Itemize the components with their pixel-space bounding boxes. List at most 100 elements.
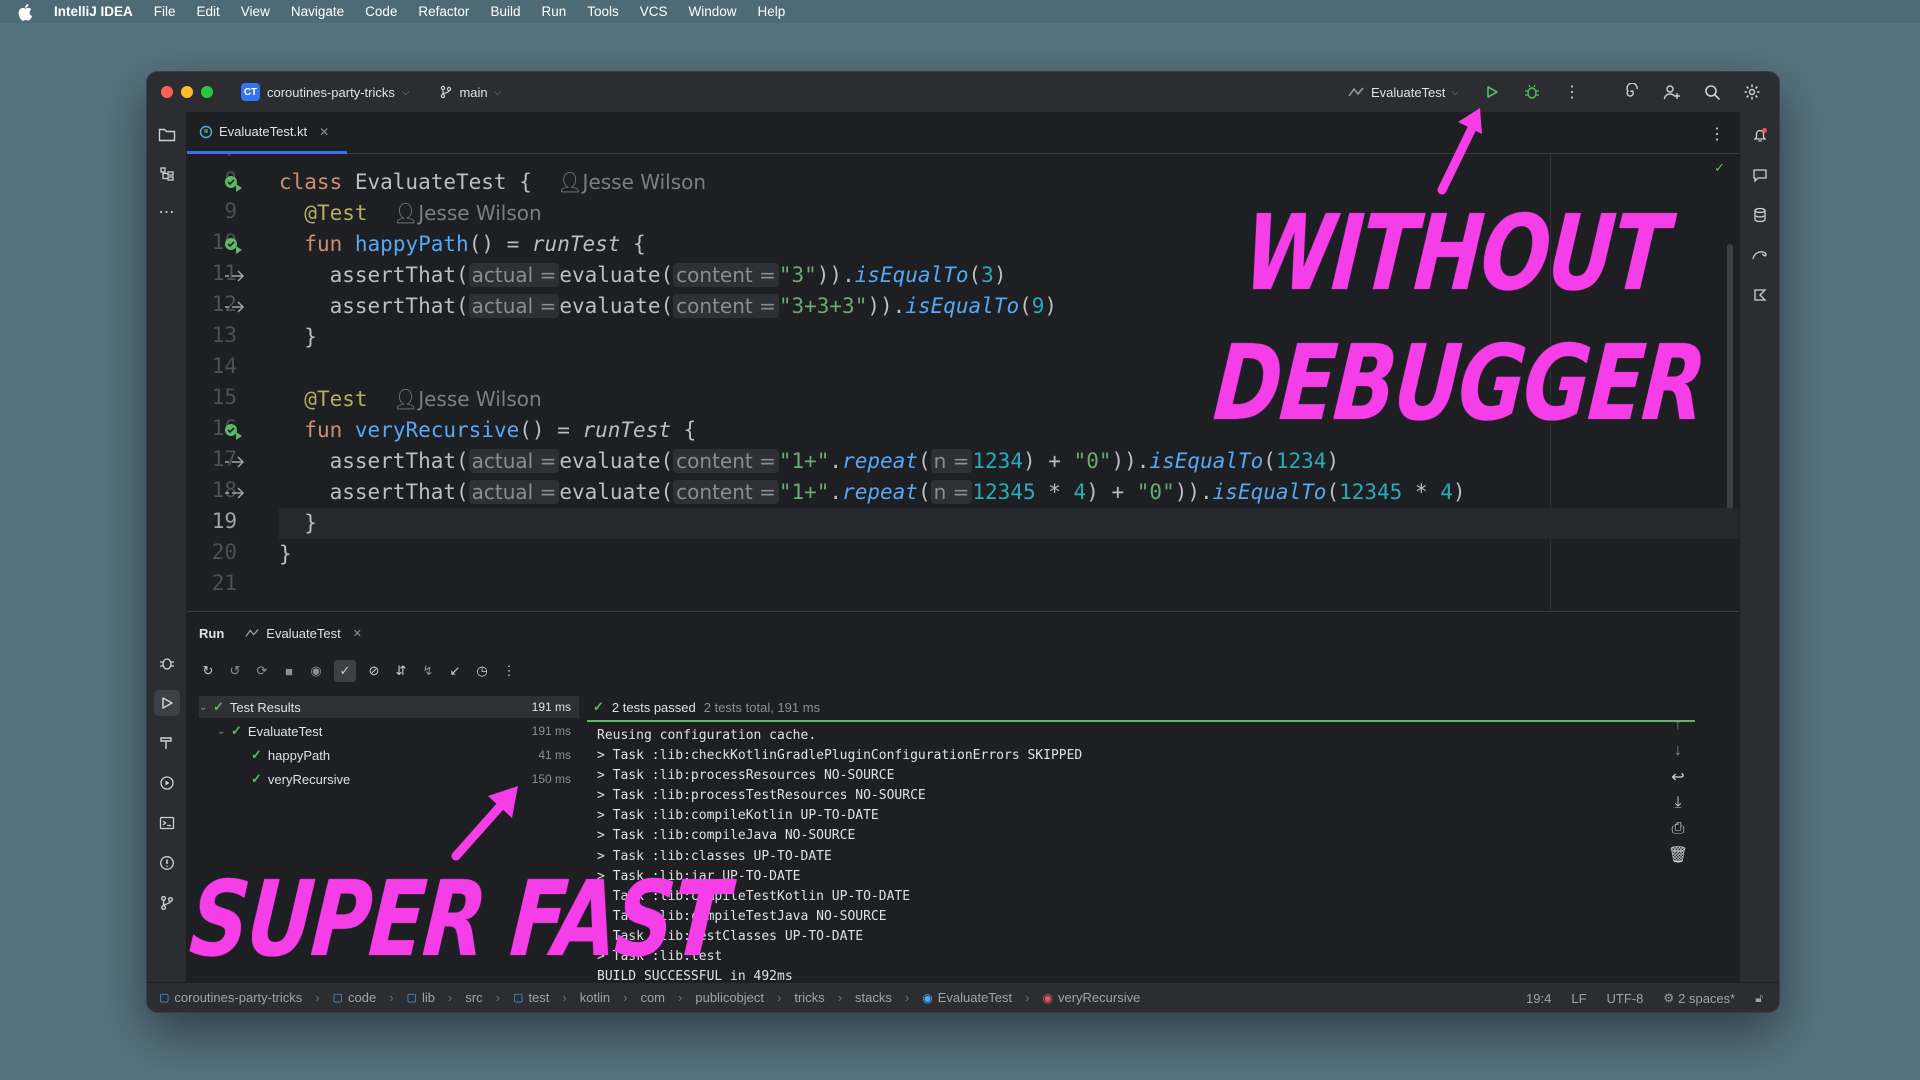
breadcrumb-item[interactable]: veryRecursive (1058, 990, 1140, 1005)
structure-tool-button[interactable] (154, 161, 180, 187)
run-tab-evaluatetest[interactable]: EvaluateTest ✕ (244, 626, 362, 641)
import-tests-icon[interactable]: ↯ (419, 662, 437, 680)
menu-code[interactable]: Code (365, 4, 397, 19)
run-test-icon[interactable] (223, 421, 245, 441)
code-author-hint[interactable]: 👤︎Jesse Wilson (393, 201, 542, 225)
more-actions-button[interactable]: ⋮ (1559, 79, 1585, 105)
ai-assistant-button[interactable] (1619, 79, 1645, 105)
chevron-down-icon[interactable]: ⌄ (199, 702, 213, 713)
menu-run[interactable]: Run (541, 4, 566, 19)
ai-chat-button[interactable] (1747, 162, 1773, 188)
show-passed-icon[interactable]: ✓ (334, 660, 356, 682)
print-icon[interactable]: ⎙ (1669, 820, 1687, 838)
menu-build[interactable]: Build (490, 4, 520, 19)
notifications-button[interactable] (1747, 122, 1773, 148)
code-with-me-button[interactable] (1659, 79, 1685, 105)
menu-navigate[interactable]: Navigate (291, 4, 344, 19)
breadcrumb-item[interactable]: coroutines-party-tricks (174, 990, 302, 1005)
breadcrumb-item[interactable]: lib (422, 990, 435, 1005)
more-vertical-icon[interactable]: ⋮ (500, 662, 518, 680)
tree-row-evaluatetest[interactable]: ⌄ ✓ EvaluateTest 191 ms (199, 720, 579, 742)
debug-tool-button[interactable] (154, 650, 180, 676)
chevron-down-icon: ⌵ (401, 86, 410, 98)
kotlin-notebook-button[interactable] (1747, 282, 1773, 308)
run-tests-icon[interactable] (223, 173, 245, 193)
lock-icon[interactable]: 🔓︎ (1755, 991, 1763, 1006)
problems-tool-button[interactable] (154, 850, 180, 876)
arrow-up-icon[interactable]: ↑ (1669, 716, 1687, 734)
code-line[interactable]: assertThat(actual = evaluate(content = "1+… (279, 446, 1739, 477)
git-tool-button[interactable] (154, 890, 180, 916)
apple-icon[interactable] (18, 3, 34, 21)
line-separator[interactable]: LF (1571, 991, 1586, 1006)
tree-row-happypath[interactable]: ✓ happyPath 41 ms (199, 744, 579, 766)
breadcrumb-item[interactable]: EvaluateTest (938, 990, 1012, 1005)
menu-file[interactable]: File (154, 4, 176, 19)
tree-row-test-results[interactable]: ⌄ ✓ Test Results 191 ms (199, 696, 579, 718)
breadcrumb-item[interactable]: test (528, 990, 549, 1005)
eye-icon[interactable]: ◉ (307, 662, 325, 680)
indent-setting[interactable]: ⚙︎ 2 spaces* (1663, 991, 1735, 1006)
trash-icon[interactable]: 🗑︎ (1668, 846, 1688, 864)
zoom-window-button[interactable] (201, 86, 213, 98)
breadcrumb-item[interactable]: src (465, 990, 482, 1005)
soft-wrap-icon[interactable]: ↩ (1669, 768, 1687, 786)
code-line[interactable] (279, 570, 1739, 601)
more-tools-button[interactable]: ⋯ (154, 199, 180, 225)
project-tool-button[interactable] (154, 122, 180, 148)
toggle-auto-test-icon[interactable]: ⟳ (253, 662, 271, 680)
breadcrumb-item[interactable]: publicobject (695, 990, 764, 1005)
run-console[interactable]: ✓ 2 tests passed 2 tests total, 191 ms R… (587, 696, 1699, 984)
history-icon[interactable]: ◷ (473, 662, 491, 680)
more-vertical-icon[interactable]: ⋮ (1709, 124, 1725, 144)
code-author-hint[interactable]: 👤︎Jesse Wilson (557, 170, 706, 194)
menu-window[interactable]: Window (689, 4, 737, 19)
menu-refactor[interactable]: Refactor (418, 4, 469, 19)
search-everywhere-button[interactable] (1699, 79, 1725, 105)
breadcrumb-item[interactable]: stacks (855, 990, 892, 1005)
file-encoding[interactable]: UTF-8 (1607, 991, 1644, 1006)
run-configuration-selector[interactable]: EvaluateTest ⌵ (1347, 85, 1459, 100)
sort-icon[interactable]: ⇵ (392, 662, 410, 680)
rerun-icon[interactable]: ↻ (199, 662, 217, 680)
terminal-tool-button[interactable] (154, 810, 180, 836)
gradle-button[interactable] (1747, 242, 1773, 268)
services-tool-button[interactable] (154, 770, 180, 796)
debug-button[interactable] (1519, 79, 1545, 105)
settings-button[interactable] (1739, 79, 1765, 105)
menu-view[interactable]: View (241, 4, 270, 19)
close-window-button[interactable] (161, 86, 173, 98)
stop-icon[interactable]: ■ (280, 662, 298, 680)
menu-edit[interactable]: Edit (197, 4, 220, 19)
minimize-window-button[interactable] (181, 86, 193, 98)
menu-help[interactable]: Help (758, 4, 786, 19)
close-tab-icon[interactable]: ✕ (319, 125, 329, 139)
caret-position[interactable]: 19:4 (1526, 991, 1551, 1006)
collapse-icon[interactable]: ↙ (446, 662, 464, 680)
run-tool-button[interactable] (154, 690, 180, 716)
editor-tab-evaluatetest[interactable]: EvaluateTest.kt ✕ (187, 112, 347, 154)
breadcrumb-item[interactable]: code (348, 990, 376, 1005)
close-tab-icon[interactable]: ✕ (353, 627, 362, 640)
build-tool-button[interactable] (154, 730, 180, 756)
chevron-down-icon[interactable]: ⌄ (217, 726, 231, 737)
code-line-current[interactable]: } (279, 508, 1739, 539)
menu-app-name[interactable]: IntelliJ IDEA (54, 4, 133, 19)
run-test-icon[interactable] (223, 235, 245, 255)
project-widget[interactable]: CT coroutines-party-tricks ⌵ (241, 83, 409, 101)
menu-tools[interactable]: Tools (587, 4, 619, 19)
breadcrumb-item[interactable]: com (640, 990, 665, 1005)
arrow-down-icon[interactable]: ↓ (1669, 742, 1687, 760)
rerun-failed-icon[interactable]: ↺ (226, 662, 244, 680)
console-output[interactable]: Reusing configuration cache. > Task :lib… (587, 726, 1699, 987)
code-line[interactable]: assertThat(actual = evaluate(content = "1+… (279, 477, 1739, 508)
breadcrumb-item[interactable]: tricks (794, 990, 824, 1005)
code-line[interactable]: } (279, 539, 1739, 570)
breadcrumb-item[interactable]: kotlin (580, 990, 610, 1005)
vcs-branch-widget[interactable]: main ⌵ (439, 85, 501, 100)
menu-vcs[interactable]: VCS (640, 4, 668, 19)
scroll-to-end-icon[interactable]: ⤓ (1669, 794, 1687, 812)
code-author-hint[interactable]: 👤︎Jesse Wilson (393, 387, 542, 411)
database-button[interactable] (1747, 202, 1773, 228)
show-ignored-icon[interactable]: ⊘ (365, 662, 383, 680)
